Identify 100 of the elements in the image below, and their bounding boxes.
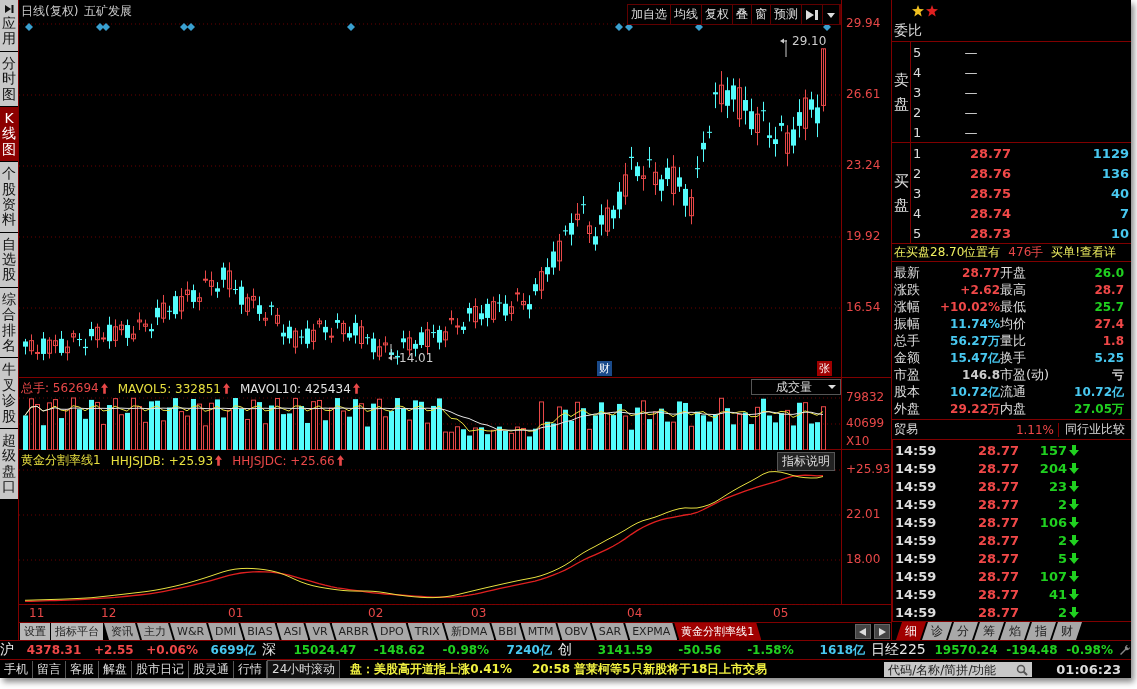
indicator-help-button[interactable]: 指标说明 <box>777 452 835 471</box>
tick-volume: 23 <box>1047 478 1067 494</box>
indicator-tab[interactable]: TRIX <box>407 623 447 640</box>
indicator-tab[interactable]: MTM <box>520 623 561 640</box>
indicator-tab[interactable]: 指标平台 <box>51 623 103 640</box>
status-link[interactable]: 解盘 <box>99 661 132 678</box>
left-triangle-icon <box>859 627 867 636</box>
tick-time: 14:59 <box>894 496 938 512</box>
status-link[interactable]: 手机 <box>0 661 33 678</box>
stat-label: 股本 <box>894 383 921 401</box>
stat-value: 26.0 <box>1093 265 1124 281</box>
level-number: 1 <box>912 124 923 140</box>
indicator-tab[interactable]: OBV <box>557 623 595 640</box>
axis-label: 79832 <box>846 390 885 404</box>
indicator-tab[interactable]: ASI <box>276 623 309 640</box>
stat-value: 27.4 <box>1093 316 1124 332</box>
level-number: 3 <box>912 84 923 100</box>
indicator-tab[interactable]: ARBR <box>331 623 376 640</box>
stat-label: 量比 <box>1000 332 1027 350</box>
news-ticker[interactable]: 盘：美股高开道指上涨0.41% <box>340 661 522 678</box>
stat-label: 开盘 <box>1000 264 1027 282</box>
sidebar-tab[interactable]: 个股资料 <box>0 162 18 232</box>
toolbar-button[interactable]: 加自选 <box>628 5 671 24</box>
indicator-tab[interactable]: DMI <box>208 623 244 640</box>
status-link[interactable]: 股市日记 <box>132 661 189 678</box>
indicator-tab[interactable]: EXPMA <box>625 623 678 640</box>
event-badge[interactable]: 财 <box>597 361 612 376</box>
scroll-left-button[interactable] <box>855 624 871 639</box>
tick-price: 28.77 <box>976 550 1019 566</box>
stat-label: 市盈 <box>894 366 921 384</box>
indicator-tab[interactable]: 新DMA <box>443 623 495 640</box>
sidebar-tab[interactable]: 综合排名 <box>0 287 18 358</box>
status-link[interactable]: 股灵通 <box>189 661 234 678</box>
detail-tab[interactable]: 诊 <box>922 622 952 640</box>
sidebar-tab[interactable]: K线图 <box>0 106 18 162</box>
sidebar-tab[interactable]: 超级盘口 <box>0 429 18 499</box>
dropdown-button[interactable] <box>823 5 840 24</box>
status-link[interactable]: 留言 <box>33 661 66 678</box>
axis-label: 11 <box>29 606 45 620</box>
sidebar-tab[interactable]: 牛叉诊股 <box>0 358 18 428</box>
sidebar-tab[interactable]: 分时图 <box>0 51 18 106</box>
industry-compare-button[interactable]: 同行业比较 <box>1059 421 1131 438</box>
indicator-tab[interactable]: SAR <box>591 623 629 640</box>
indicator-tab[interactable]: 主力 <box>137 623 173 640</box>
axis-label: 22.01 <box>846 507 881 521</box>
index-name: 日经225 <box>871 641 926 659</box>
detail-tab[interactable]: 细 <box>896 622 926 640</box>
indicator-tab[interactable]: 资讯 <box>104 623 140 640</box>
up-arrow-icon <box>336 455 344 466</box>
toolbar-button[interactable]: 叠 <box>733 5 752 24</box>
tick-time: 14:59 <box>894 442 938 458</box>
ask-price: — <box>963 64 979 80</box>
indicator-tab[interactable]: DPO <box>372 623 411 640</box>
search-icon[interactable] <box>1016 663 1029 676</box>
stat-value: 28.7 <box>1093 282 1124 298</box>
tick-price: 28.77 <box>976 478 1019 494</box>
indicator-tab[interactable]: 黄金分割率线1 <box>674 623 762 640</box>
status-link[interactable]: 24小时滚动 <box>267 660 341 678</box>
detail-tab[interactable]: 指 <box>1026 622 1056 640</box>
ask-price: — <box>963 104 979 120</box>
toolbar-button[interactable]: 窗 <box>752 5 771 24</box>
stat-label: 总手 <box>894 332 921 350</box>
order-ratio-label: 委比 <box>894 22 922 38</box>
tick-time: 14:59 <box>894 514 938 530</box>
sidebar-tab[interactable]: 应用 <box>0 0 18 51</box>
stat-label: 振幅 <box>894 315 921 333</box>
wrench-icon[interactable] <box>1119 644 1131 656</box>
indicator-tab[interactable]: W&R <box>170 623 212 640</box>
indicator-tab[interactable]: BIAS <box>240 623 280 640</box>
stat-label: 涨跌 <box>894 281 921 299</box>
stat-value: 10.72亿 <box>1073 384 1124 400</box>
toolbar-button[interactable]: 复权 <box>702 5 733 24</box>
indicator-tab[interactable]: 设置 <box>20 623 50 640</box>
sidebar-tab[interactable]: 自选股 <box>0 232 18 287</box>
news-ticker[interactable]: 20:58 普莱柯等5只新股将于18日上市交易 <box>521 661 778 678</box>
stat-label: 最高 <box>1000 281 1027 299</box>
scroll-right-button[interactable] <box>874 624 890 639</box>
notice-link[interactable]: 买单!查看详 <box>1051 244 1117 261</box>
event-badge[interactable]: 张 <box>817 361 832 376</box>
caret-icon <box>828 384 836 390</box>
stat-value: 亏 <box>1111 367 1124 383</box>
detail-tab[interactable]: 焰 <box>1000 622 1030 640</box>
detail-tab[interactable]: 分 <box>948 622 978 640</box>
indicator-tab[interactable]: BBI <box>491 623 524 640</box>
detail-tab[interactable]: 筹 <box>974 622 1004 640</box>
index-percent: -0.98% <box>1066 643 1113 657</box>
toolbar-button[interactable]: 均线 <box>671 5 702 24</box>
indicator-tab[interactable]: VR <box>305 623 335 640</box>
status-link[interactable]: 客服 <box>66 661 99 678</box>
detail-tab[interactable]: 财 <box>1052 622 1082 640</box>
tick-price: 28.77 <box>976 532 1019 548</box>
level-number: 4 <box>912 205 923 221</box>
search-field[interactable]: 代码/名称/简拼/功能 <box>884 662 1033 677</box>
skip-forward-button[interactable] <box>802 5 823 24</box>
toolbar-button[interactable]: 预测 <box>771 5 802 24</box>
leader-line <box>388 343 398 361</box>
level-number: 2 <box>912 165 923 181</box>
indicator-dropdown[interactable]: 成交量 <box>751 379 841 395</box>
stat-label: 均价 <box>1000 315 1027 333</box>
notice-quantity: 476手 <box>1008 244 1044 261</box>
